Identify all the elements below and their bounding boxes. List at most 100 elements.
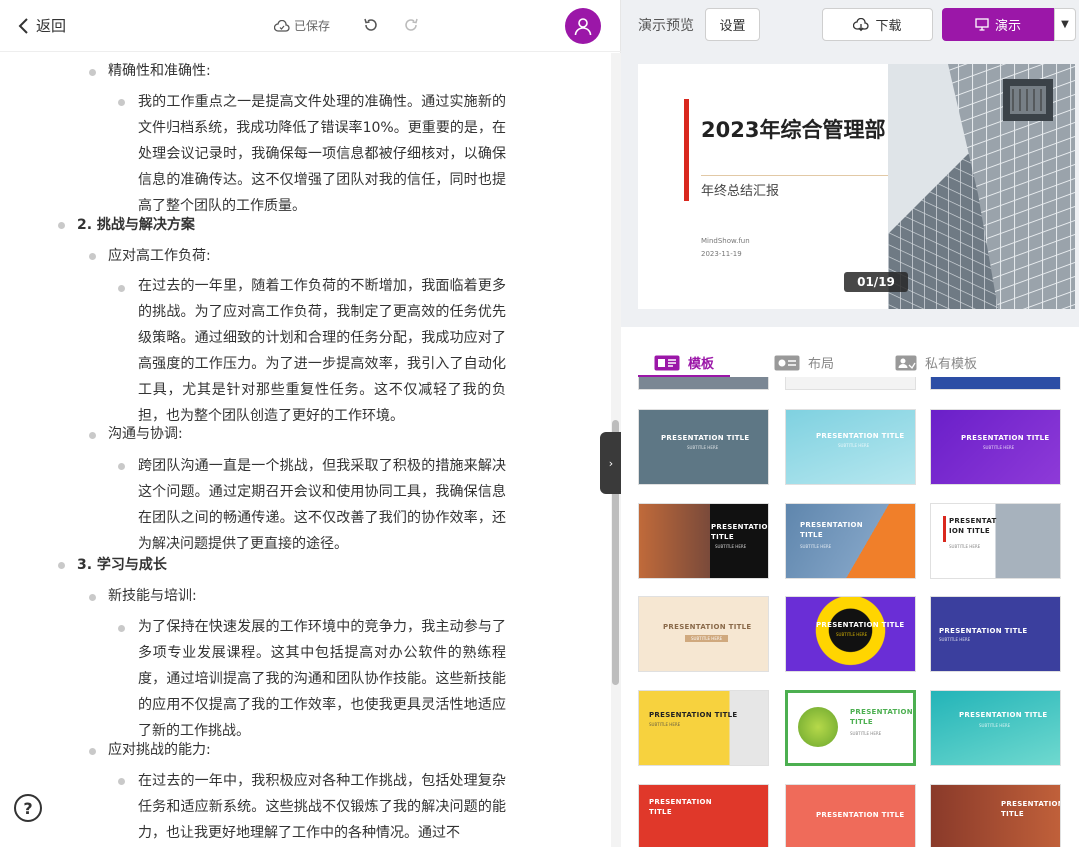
template-accent-bar	[943, 516, 946, 542]
download-button[interactable]: 下载	[822, 8, 933, 41]
template-subtitle: SUBTITLE HERE	[800, 544, 832, 549]
chevron-left-icon	[18, 17, 28, 34]
template-subtitle: SUBTITLE HERE	[939, 637, 971, 642]
user-avatar[interactable]	[565, 8, 601, 44]
outline-item[interactable]: 在过去的一年里，随着工作负荷的不断增加，我面临着更多的挑战。为了应对高工作负荷，…	[138, 273, 506, 429]
slide-subtitle: 年终总结汇报	[701, 184, 780, 199]
bullet-dot	[89, 432, 96, 439]
back-label: 返回	[36, 17, 67, 35]
building-photo	[888, 64, 1075, 309]
template-thumb[interactable]: PRESENTATION TITLE SUBTITLE HERE	[930, 596, 1061, 672]
outline-item[interactable]: 应对高工作负荷:	[108, 243, 211, 269]
saved-label: 已保存	[294, 19, 331, 33]
tab-private-templates[interactable]: 私有模板	[895, 353, 977, 372]
slide-page-indicator: 01/19	[844, 272, 908, 292]
bullet-dot	[118, 625, 125, 632]
outline-item[interactable]: 为了保持在快速发展的工作环境中的竞争力，我主动参与了多项专业发展课程。这其中包括…	[138, 614, 506, 744]
present-label: 演示	[994, 19, 1021, 34]
outline-item[interactable]: 在过去的一年中，我积极应对各种工作挑战，包括处理复杂任务和适应新系统。这些挑战不…	[138, 768, 506, 847]
app-root: 返回 已保存 精确性和准确性: 我的工作重点之一是提高文件处理的准确性。通过实施…	[0, 0, 1079, 847]
bullet-dot	[89, 69, 96, 76]
template-thumb-partial[interactable]	[638, 377, 769, 390]
present-button[interactable]: 演示	[942, 8, 1054, 41]
help-button[interactable]: ?	[14, 794, 42, 822]
caret-down-icon: ▼	[1061, 19, 1069, 30]
template-subtitle: SUBTITLE HERE	[836, 632, 868, 637]
tab-templates[interactable]: 模板	[654, 353, 714, 372]
template-thumb[interactable]: PRESENTATION TITLE SUBTITLE HERE	[638, 503, 769, 579]
template-thumb[interactable]: PRESENTATION TITLE SUBTITLE HERE	[930, 690, 1061, 766]
template-thumb[interactable]: PRESENTATION TITLE	[638, 784, 769, 847]
outline-item[interactable]: 精确性和准确性:	[108, 58, 211, 84]
template-subtitle: SUBTITLE HERE	[850, 731, 882, 736]
tab-layout[interactable]: 布局	[774, 353, 834, 372]
template-subtitle: SUBTITLE HERE	[687, 445, 719, 450]
template-thumb[interactable]: PRESENTATION TITLE SUBTITLE HERE	[638, 596, 769, 672]
template-thumb-partial[interactable]	[930, 377, 1061, 390]
question-icon: ?	[23, 798, 33, 818]
template-title: PRESENTATION TITLE	[663, 623, 752, 631]
outline-item[interactable]: 跨团队沟通一直是一个挑战，但我采取了积极的措施来解决这个问题。通过定期召开会议和…	[138, 453, 506, 557]
bullet-dot	[118, 463, 125, 470]
template-thumb[interactable]: PRESENTATION TITLE SUBTITLE HERE	[785, 409, 916, 485]
outline-content: 精确性和准确性: 我的工作重点之一是提高文件处理的准确性。通过实施新的文件归档系…	[0, 53, 610, 847]
template-title: PRESENTATION TITLE	[649, 798, 712, 816]
back-button[interactable]: 返回	[18, 15, 66, 36]
layout-icon	[774, 355, 800, 370]
template-subtitle: SUBTITLE HERE	[685, 635, 729, 642]
template-thumb[interactable]: PRESENTATION TITLE	[930, 784, 1061, 847]
template-thumb[interactable]: PRESENTATION TITLE SUBTITLE HERE	[638, 409, 769, 485]
template-thumb[interactable]: PRESENTAT ION TITLE SUBTITLE HERE	[930, 503, 1061, 579]
template-thumb-partial[interactable]	[785, 377, 916, 390]
template-subtitle: SUBTITLE HERE	[715, 544, 747, 549]
preview-panel: 演示预览 设置 下载 演示 ▼ 2023年综合管理部 年终总结汇报 MindSh…	[621, 0, 1079, 847]
cloud-check-icon	[274, 19, 290, 32]
outline-item[interactable]: 我的工作重点之一是提高文件处理的准确性。通过实施新的文件归档系统，我成功降低了错…	[138, 89, 506, 219]
bullet-dot	[118, 778, 125, 785]
template-subtitle: SUBTITLE HERE	[983, 445, 1015, 450]
template-subtitle: SUBTITLE HERE	[838, 443, 870, 448]
outline-heading[interactable]: 3. 学习与成长	[77, 552, 167, 578]
template-grid: PRESENTATION TITLE SUBTITLE HERE PRESENT…	[638, 377, 1068, 847]
template-title: PRESENTATION TITLE	[661, 434, 750, 442]
outline-item[interactable]: 应对挑战的能力:	[108, 737, 211, 763]
slide-accent-bar	[684, 99, 689, 201]
outline-topbar: 返回 已保存	[0, 0, 621, 52]
outline-item[interactable]: 新技能与培训:	[108, 583, 197, 609]
collapse-panel-button[interactable]: ›	[600, 432, 622, 494]
redo-icon[interactable]	[402, 16, 420, 34]
template-title: PRESENTATION TITLE	[1001, 800, 1061, 818]
template-title: PRESENTAT ION TITLE	[949, 517, 997, 535]
download-label: 下载	[875, 19, 902, 34]
slide-date: 2023-11-19	[701, 250, 742, 258]
template-title: PRESENTATION TITLE	[961, 434, 1050, 442]
save-status: 已保存	[274, 17, 330, 34]
settings-button[interactable]: 设置	[705, 8, 760, 41]
outline-item[interactable]: 沟通与协调:	[108, 421, 183, 447]
user-icon	[574, 18, 592, 36]
slide-title: 2023年综合管理部	[701, 118, 886, 142]
bullet-dot	[118, 285, 125, 292]
template-title: PRESENTATION TITLE	[959, 711, 1048, 719]
undo-icon[interactable]	[362, 16, 380, 34]
tab-layout-label: 布局	[808, 357, 835, 372]
succulent-image	[798, 707, 838, 747]
template-thumb[interactable]: PRESENTATION TITLE SUBTITLE HERE	[785, 596, 916, 672]
present-options-dropdown[interactable]: ▼	[1054, 8, 1076, 41]
slide-preview[interactable]: 2023年综合管理部 年终总结汇报 MindShow.fun 2023-11-1…	[638, 64, 1075, 309]
bullet-dot	[89, 748, 96, 755]
template-thumb[interactable]: PRESENTATION TITLE SUBTITLE HERE	[785, 503, 916, 579]
template-thumb[interactable]: PRESENTATION TITLE SUBTITLE HERE	[785, 690, 916, 766]
template-thumb[interactable]: PRESENTATION TITLE SUBTITLE HERE	[638, 690, 769, 766]
template-thumb[interactable]: PRESENTATION TITLE SUBTITLE HERE	[930, 409, 1061, 485]
template-subtitle: SUBTITLE HERE	[949, 544, 981, 549]
template-subtitle: SUBTITLE HERE	[649, 722, 681, 727]
template-title: PRESENTATION TITLE	[816, 432, 905, 440]
template-title: PRESENTATION TITLE	[649, 711, 738, 719]
outline-heading[interactable]: 2. 挑战与解决方案	[77, 212, 195, 238]
template-title: PRESENTATION TITLE	[850, 708, 913, 726]
template-title: PRESENTATION TITLE	[816, 621, 905, 629]
slide-author: MindShow.fun	[701, 237, 750, 245]
template-thumb[interactable]: PRESENTATION TITLE	[785, 784, 916, 847]
template-title: PRESENTATION TITLE	[800, 521, 863, 539]
